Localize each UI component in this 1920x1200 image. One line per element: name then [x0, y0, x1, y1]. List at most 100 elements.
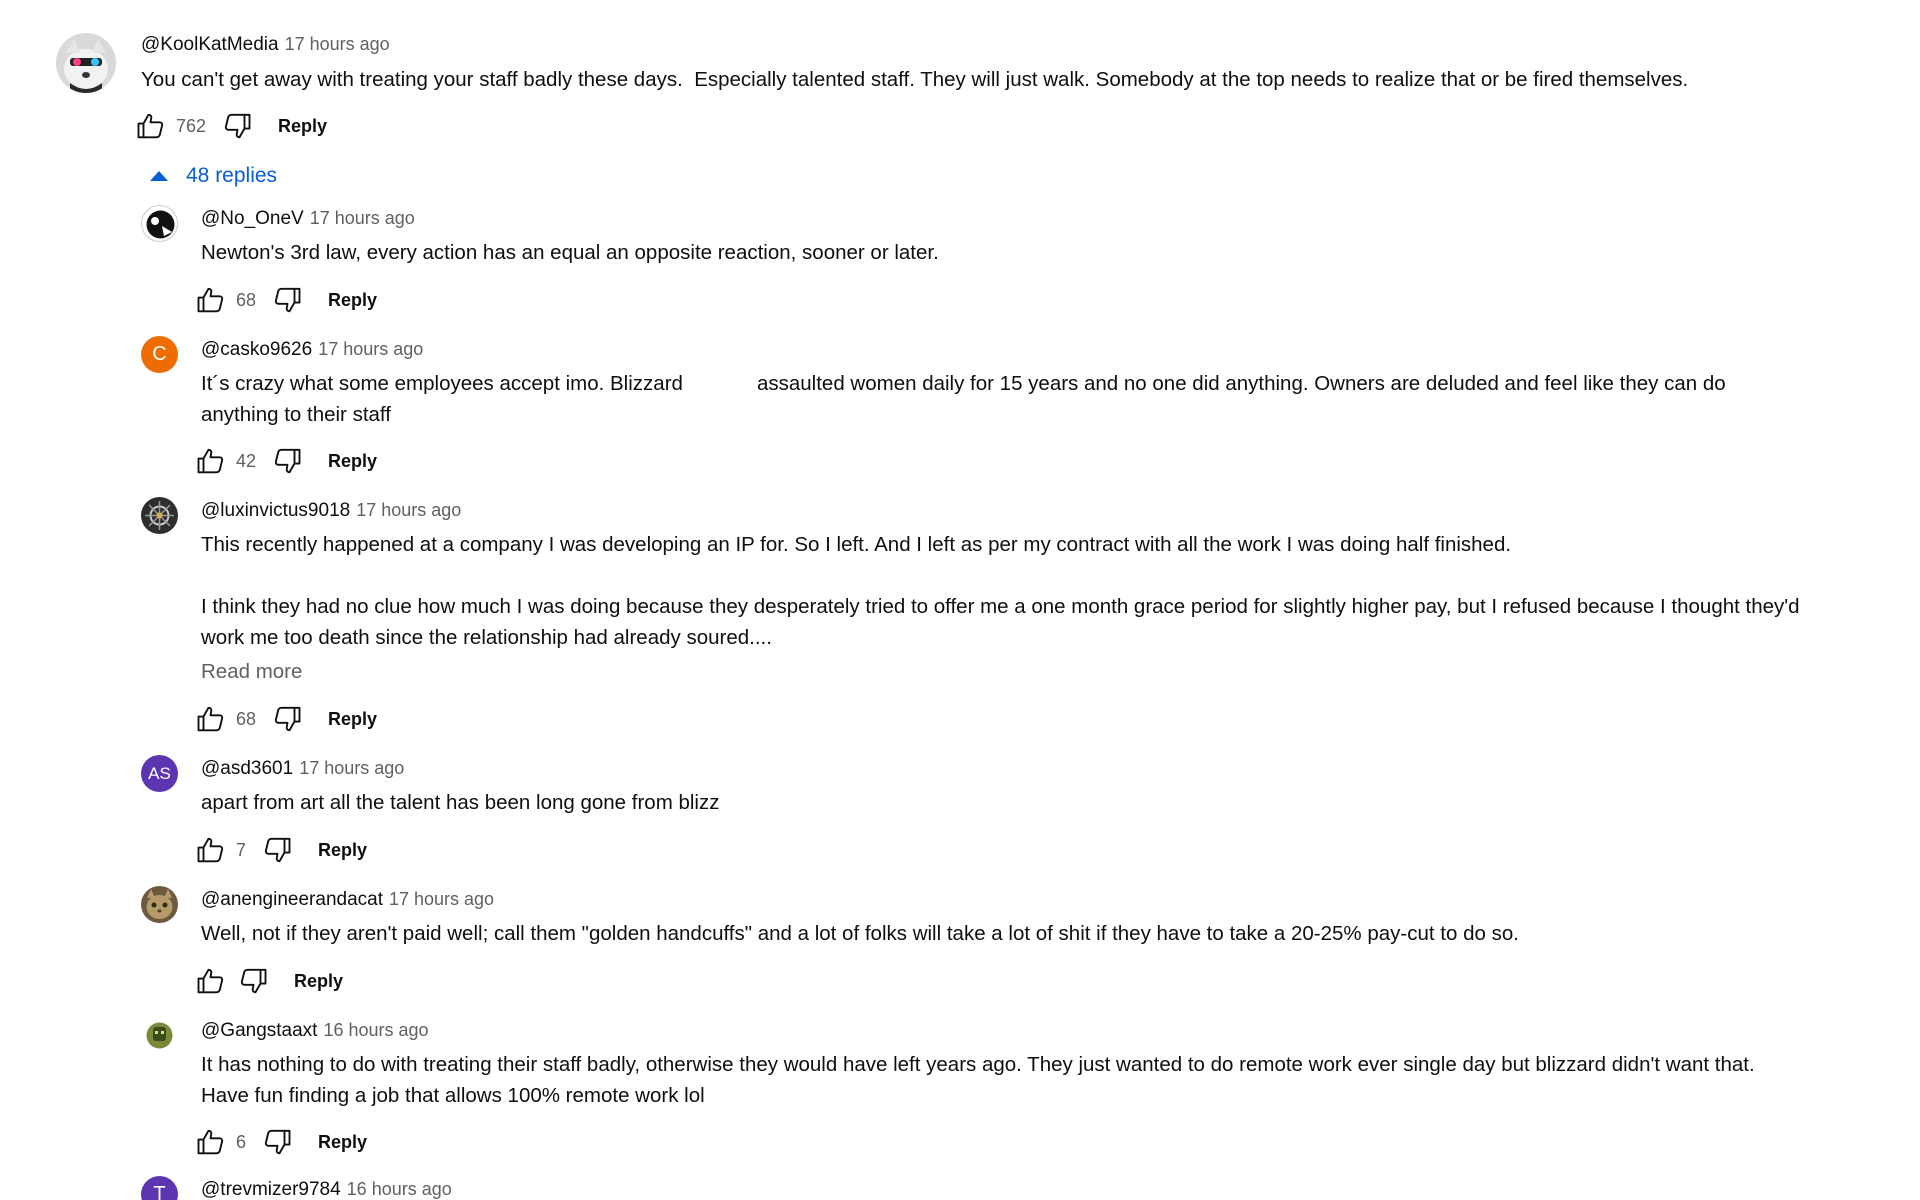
comment-header: @asd3601 17 hours ago [201, 758, 404, 780]
comment-actions: 6 Reply [194, 1124, 367, 1160]
comment-time[interactable]: 16 hours ago [323, 1020, 428, 1040]
comment-header: @trevmizer9784 16 hours ago [201, 1179, 452, 1200]
thumbs-down-icon [240, 968, 267, 994]
author-name[interactable]: @Gangstaaxt [201, 1020, 317, 1041]
author-name[interactable]: @KoolKatMedia [141, 34, 279, 55]
replies-toggle-button[interactable]: 48 replies [150, 164, 277, 188]
dislike-button[interactable] [260, 833, 294, 867]
caret-up-icon [150, 171, 168, 181]
like-count: 42 [236, 450, 257, 471]
like-count: 68 [236, 708, 257, 729]
avatar[interactable]: AS [141, 755, 178, 792]
thumbs-down-icon [274, 706, 301, 732]
author-name[interactable]: @asd3601 [201, 758, 293, 779]
reply-button[interactable]: Reply [318, 840, 367, 861]
avatar[interactable]: C [141, 336, 178, 373]
dislike-button[interactable] [270, 283, 304, 317]
dislike-button[interactable] [270, 444, 304, 478]
reply-button[interactable]: Reply [328, 290, 377, 311]
comment-text: Newton's 3rd law, every action has an eq… [201, 241, 939, 264]
like-button[interactable] [194, 833, 228, 867]
like-count: 6 [236, 1131, 247, 1152]
dislike-button[interactable] [270, 702, 304, 736]
reply-button[interactable]: Reply [318, 1132, 367, 1153]
comment-time[interactable]: 17 hours ago [310, 208, 415, 228]
like-button[interactable] [134, 109, 168, 143]
comment-actions: 68 Reply [194, 282, 377, 318]
comment-text: You can't get away with treating your st… [141, 68, 1689, 91]
author-name[interactable]: @anengineerandacat [201, 889, 383, 910]
comment-time[interactable]: 17 hours ago [318, 339, 423, 359]
user-avatar-icon [141, 1017, 178, 1054]
comment-header: @Gangstaaxt 16 hours ago [201, 1020, 429, 1042]
comment-header: @No_OneV 17 hours ago [201, 208, 415, 230]
comment-actions: 762 Reply [134, 108, 327, 144]
thumbs-up-icon [137, 113, 164, 139]
like-count: 762 [176, 115, 207, 136]
comment-text: This recently happened at a company I wa… [201, 533, 1800, 649]
user-avatar-icon [146, 210, 175, 239]
thumbs-down-icon [224, 113, 251, 139]
comment-text: apart from art all the talent has been l… [201, 791, 720, 814]
avatar[interactable] [56, 33, 116, 93]
like-count: 7 [236, 839, 247, 860]
reply-button[interactable]: Reply [328, 709, 377, 730]
avatar[interactable]: T [141, 1176, 178, 1200]
author-name[interactable]: @No_OneV [201, 208, 304, 229]
comment-text: It´s crazy what some employees accept im… [201, 372, 1726, 426]
dislike-button[interactable] [236, 964, 270, 998]
comment-header: @anengineerandacat 17 hours ago [201, 889, 494, 911]
comment-actions: 68 Reply [194, 701, 377, 737]
reply-button[interactable]: Reply [328, 451, 377, 472]
cat-avatar-icon [56, 33, 116, 93]
read-more-link[interactable]: Read more [201, 660, 302, 684]
thumbs-down-icon [264, 837, 291, 863]
avatar-letter: AS [148, 763, 171, 783]
author-name[interactable]: @luxinvictus9018 [201, 500, 350, 521]
thumbs-down-icon [274, 287, 301, 313]
avatar-letter: T [153, 1183, 166, 1200]
like-button[interactable] [194, 702, 228, 736]
thumbs-up-icon [197, 706, 224, 732]
thumbs-up-icon [197, 448, 224, 474]
like-button[interactable] [194, 1125, 228, 1159]
reply-button[interactable]: Reply [294, 971, 343, 992]
avatar[interactable] [141, 497, 178, 534]
avatar[interactable] [141, 886, 178, 923]
comment-time[interactable]: 17 hours ago [356, 500, 461, 520]
like-button[interactable] [194, 964, 228, 998]
thumbs-down-icon [264, 1129, 291, 1155]
avatar[interactable] [141, 1017, 178, 1054]
author-name[interactable]: @trevmizer9784 [201, 1179, 341, 1200]
comment-text: It has nothing to do with treating their… [201, 1053, 1755, 1107]
user-avatar-icon [141, 497, 178, 534]
dislike-button[interactable] [220, 109, 254, 143]
author-name[interactable]: @casko9626 [201, 339, 312, 360]
replies-count: 48 replies [186, 164, 278, 187]
thumbs-up-icon [197, 287, 224, 313]
comment-header: @casko9626 17 hours ago [201, 339, 423, 361]
avatar-letter: C [152, 343, 167, 365]
thumbs-up-icon [197, 1129, 224, 1155]
cat-avatar-icon [141, 886, 178, 923]
like-button[interactable] [194, 283, 228, 317]
comment-actions: Reply [194, 963, 343, 999]
comment-actions: 7 Reply [194, 832, 367, 868]
comment-time[interactable]: 17 hours ago [389, 889, 494, 909]
dislike-button[interactable] [260, 1125, 294, 1159]
comment-text: Well, not if they aren't paid well; call… [201, 922, 1519, 945]
comment-time[interactable]: 17 hours ago [285, 34, 390, 54]
comment-actions: 42 Reply [194, 443, 377, 479]
comment-time[interactable]: 17 hours ago [299, 758, 404, 778]
reply-button[interactable]: Reply [278, 116, 327, 137]
thumbs-down-icon [274, 448, 301, 474]
comment-header: @luxinvictus9018 17 hours ago [201, 500, 461, 522]
comments-section: @KoolKatMedia 17 hours ago You can't get … [0, 0, 1920, 1200]
thumbs-up-icon [197, 837, 224, 863]
comment-time[interactable]: 16 hours ago [347, 1179, 452, 1199]
like-button[interactable] [194, 444, 228, 478]
thumbs-up-icon [197, 968, 224, 994]
avatar[interactable] [141, 205, 178, 242]
comment-header: @KoolKatMedia 17 hours ago [141, 34, 390, 56]
like-count: 68 [236, 289, 257, 310]
